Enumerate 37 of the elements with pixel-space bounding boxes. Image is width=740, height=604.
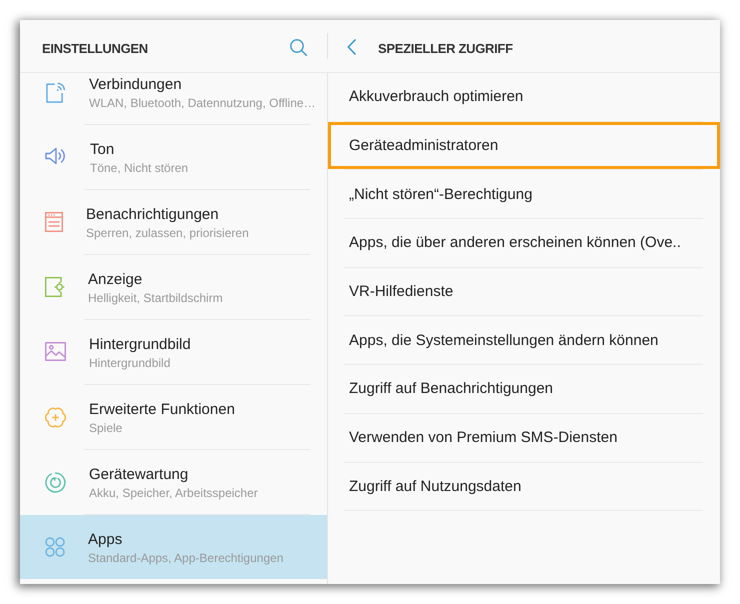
settings-item[interactable]: Apps Standard-Apps, App-Berechtigungen xyxy=(20,515,327,579)
item-title: Benachrichtigungen xyxy=(86,206,219,224)
item-title: Erweiterte Funktionen xyxy=(89,401,235,419)
item-title: Gerätewartung xyxy=(89,466,188,484)
menu-item[interactable]: Geräteadministratoren xyxy=(328,122,720,170)
sidebar-title: EINSTELLUNGEN xyxy=(42,40,149,56)
item-title: Hintergrundbild xyxy=(89,336,191,354)
item-subtitle: Akku, Speicher, Arbeitsspeicher xyxy=(89,486,258,500)
settings-item[interactable]: Hintergrundbild Hintergrundbild xyxy=(20,320,327,384)
settings-item[interactable]: Gerätewartung Akku, Speicher, Arbeitsspeicher xyxy=(20,450,327,514)
item-subtitle: Standard-Apps, App-Berechtigungen xyxy=(88,551,284,565)
menu-item[interactable]: Zugriff auf Benachrichtigungen xyxy=(328,365,720,413)
item-subtitle: Spiele xyxy=(89,421,122,435)
menu-item[interactable]: VR-Hilfedienste xyxy=(328,268,720,316)
menu-item[interactable]: Zugriff auf Nutzungsdaten xyxy=(328,462,720,510)
menu-item[interactable]: Akkuverbrauch optimieren xyxy=(328,73,720,121)
item-subtitle: Helligkeit, Startbildschirm xyxy=(88,291,223,305)
settings-item[interactable]: Anzeige Helligkeit, Startbildschirm xyxy=(20,255,327,319)
back-icon[interactable] xyxy=(347,39,356,55)
item-subtitle: Sperren, zulassen, priorisieren xyxy=(86,226,249,240)
settings-item[interactable]: Ton Töne, Nicht stören xyxy=(20,125,327,189)
menu-item[interactable]: Apps, die über anderen erscheinen können (Ove.. xyxy=(328,219,720,267)
panel-title: SPEZIELLER ZUGRIFF xyxy=(378,40,513,56)
item-title: Verbindungen xyxy=(89,76,182,94)
settings-item[interactable]: Verbindungen WLAN, Bluetooth, Datennutzung, Offline… xyxy=(20,73,327,124)
menu-item[interactable]: Apps, die Systemeinstellungen ändern können xyxy=(328,316,720,364)
settings-item[interactable]: Erweiterte Funktionen Spiele xyxy=(20,385,327,449)
menu-item[interactable]: „Nicht stören“-Berechtigung xyxy=(328,170,720,218)
item-title: Apps xyxy=(88,531,122,549)
settings-item[interactable]: Benachrichtigungen Sperren, zulassen, priorisieren xyxy=(20,190,327,254)
item-subtitle: Töne, Nicht stören xyxy=(90,161,188,175)
item-subtitle: WLAN, Bluetooth, Datennutzung, Offline… xyxy=(89,96,316,110)
item-subtitle: Hintergrundbild xyxy=(89,356,170,370)
item-title: Anzeige xyxy=(88,271,142,289)
search-icon[interactable] xyxy=(290,38,307,56)
item-title: Ton xyxy=(90,141,114,159)
menu-item[interactable]: Verwenden von Premium SMS-Diensten xyxy=(328,414,720,462)
